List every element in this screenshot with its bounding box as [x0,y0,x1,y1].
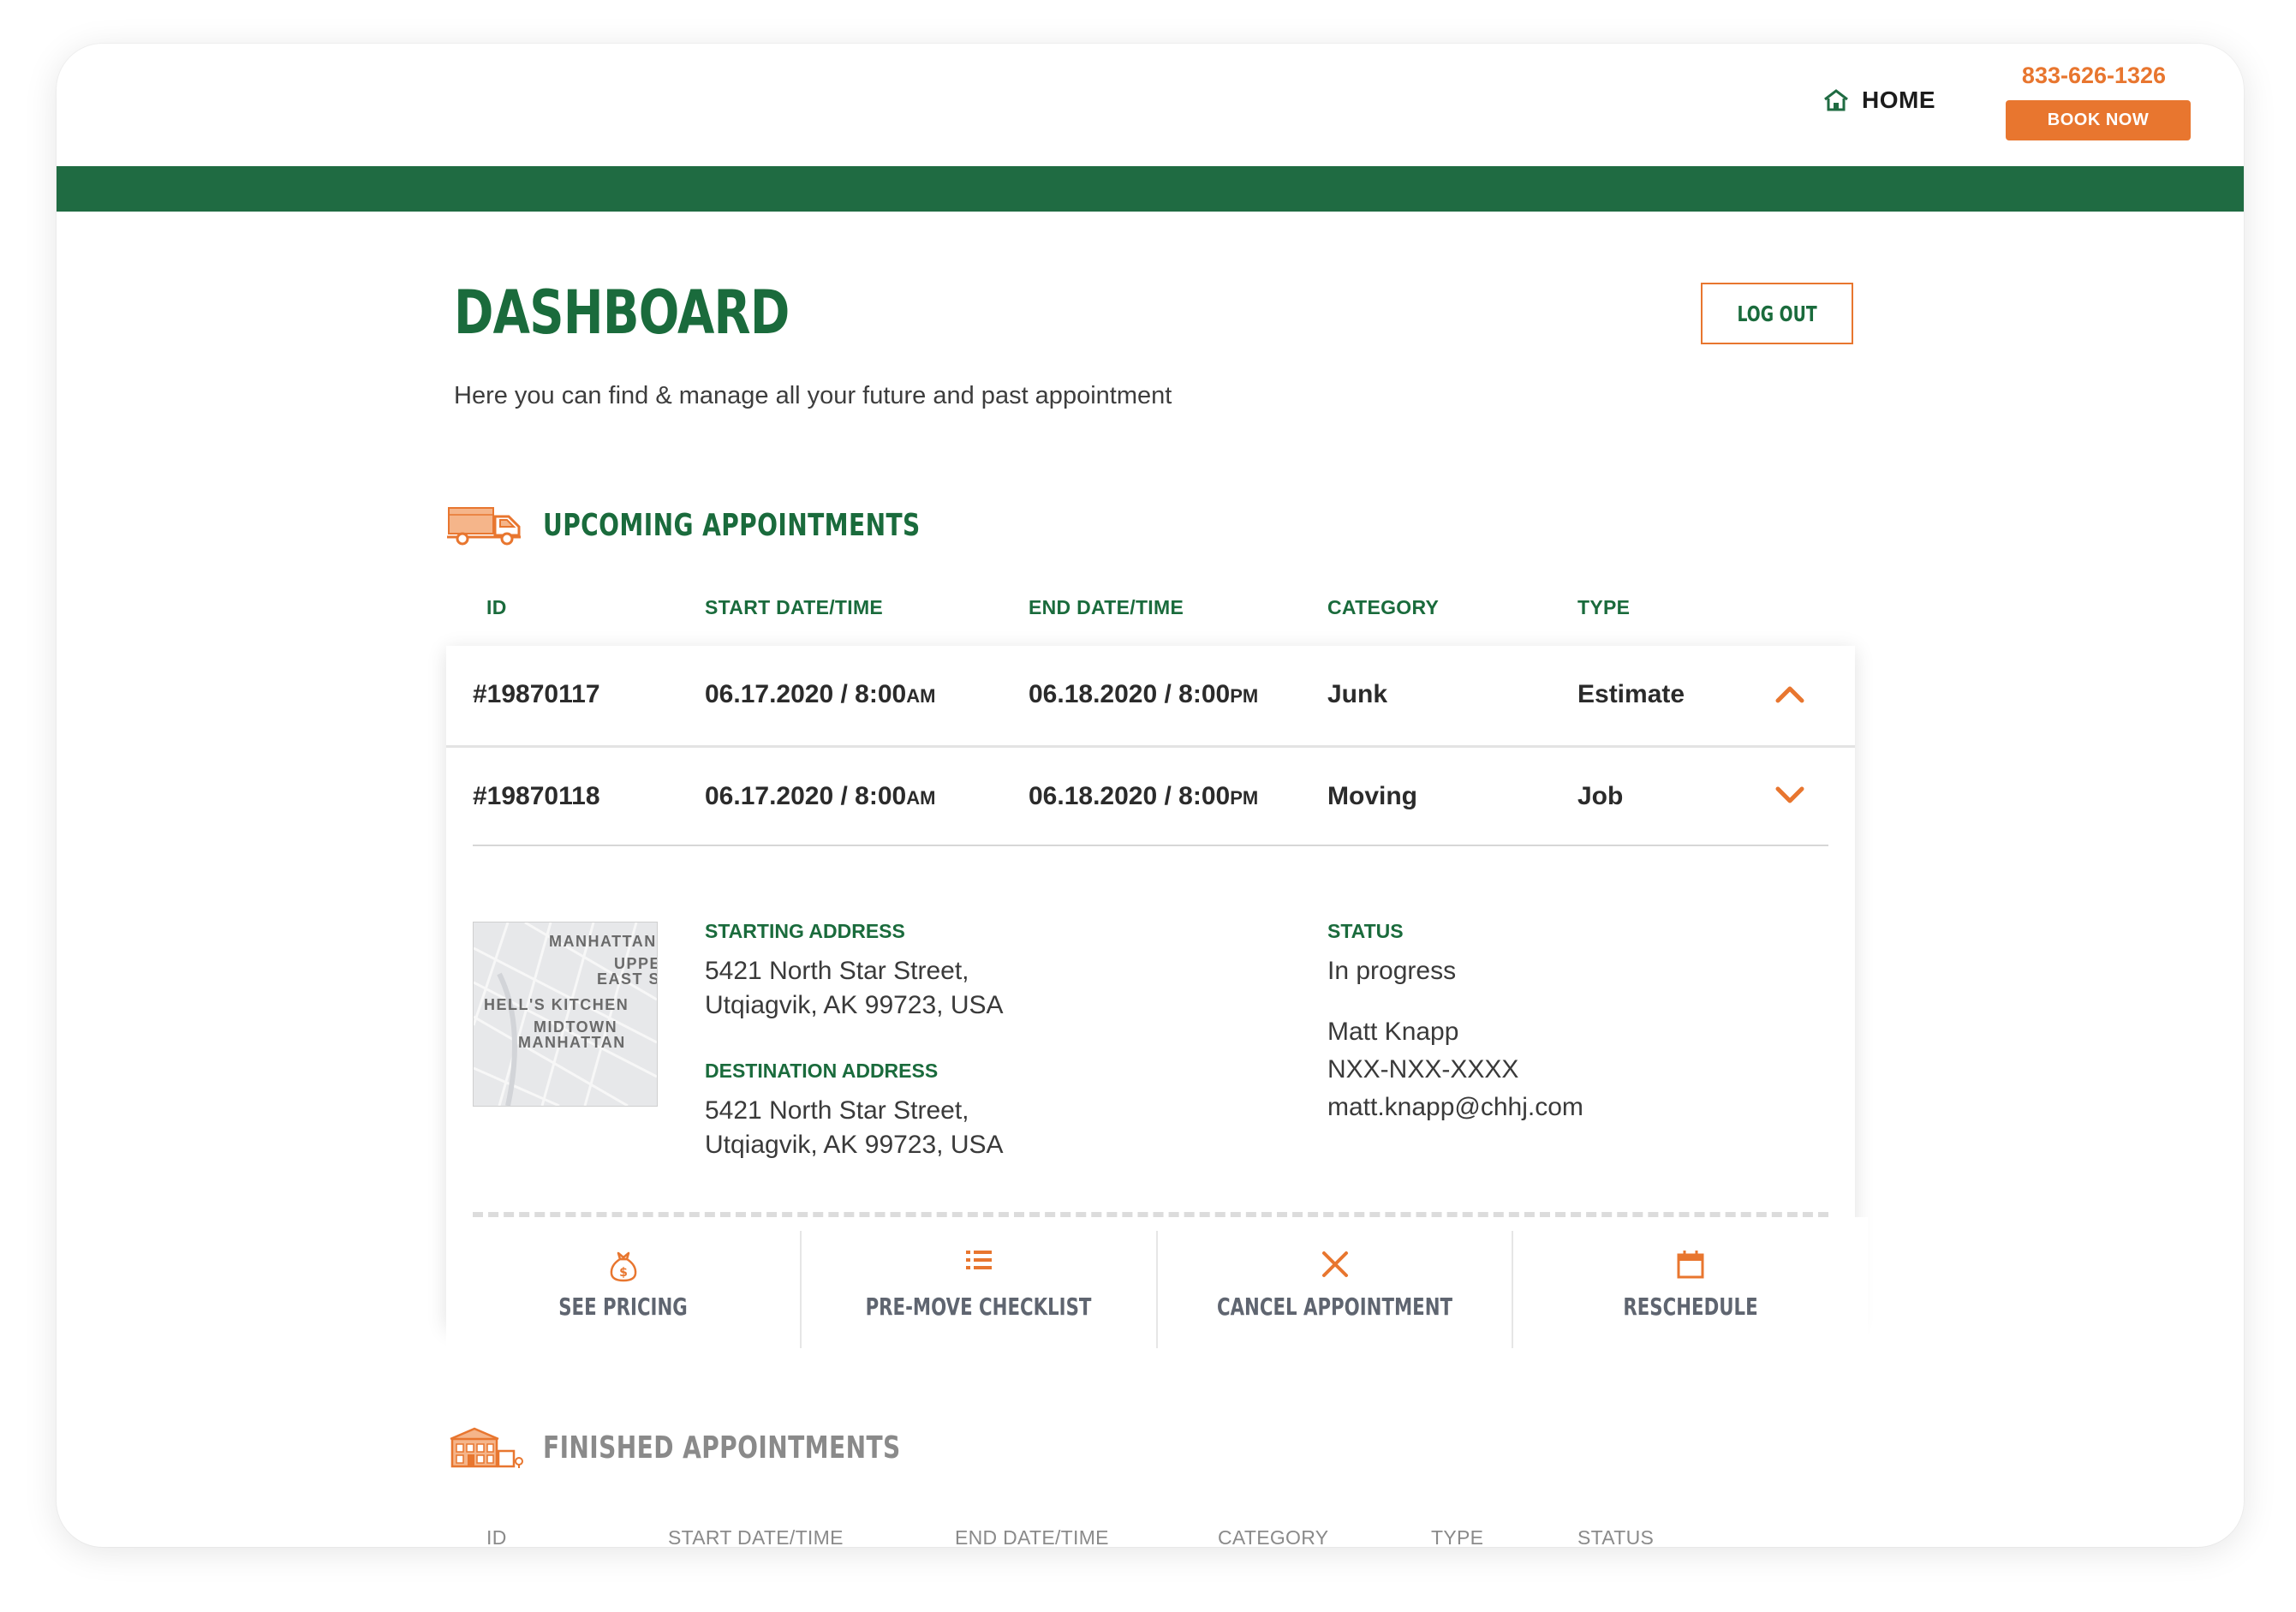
col-id: ID [486,596,507,618]
logout-label: LOG OUT [1737,301,1817,326]
page-subtitle: Here you can find & manage all your futu… [454,382,1172,409]
svg-text:$: $ [619,1266,628,1280]
contact-email[interactable]: matt.knapp@chhj.com [1327,1090,1583,1125]
col-type: TYPE [1577,596,1631,618]
logout-button[interactable]: LOG OUT [1701,283,1853,344]
chevron-up-icon[interactable] [1774,680,1805,706]
book-now-button[interactable]: BOOK NOW [2006,100,2191,140]
finished-section-header: FINISHED APPOINTMENTS [447,1425,1001,1470]
cancel-appointment-label: CANCEL APPOINTMENT [1216,1293,1453,1321]
finished-col-type: TYPE [1431,1526,1484,1547]
pre-move-checklist-button[interactable]: PRE-MOVE CHECKLIST [802,1217,1155,1348]
row-end: 06.18.2020 / 8:00PM [1029,782,1259,810]
reschedule-label: RESCHEDULE [1623,1293,1758,1321]
col-end: END DATE/TIME [1029,596,1184,618]
starting-address-line2: Utqiagvik, AK 99723, USA [705,991,1004,1019]
row-start: 06.17.2020 / 8:00AM [705,680,936,708]
upcoming-title: UPCOMING APPOINTMENTS [543,507,921,543]
destination-address-line2: Utqiagvik, AK 99723, USA [705,1131,1004,1159]
see-pricing-label: SEE PRICING [558,1293,688,1321]
map-label: HELL'S KITCHEN [484,996,629,1013]
row-category: Moving [1327,782,1417,810]
page-title: DASHBOARD [454,278,790,348]
table-row[interactable]: #19870117 06.17.2020 / 8:00AM 06.18.2020… [446,646,1855,743]
detail-divider [473,845,1828,846]
map-label: MANHATTAN [518,1034,626,1051]
row-id: #19870118 [473,782,600,810]
app-window: HOME 833-626-1326 BOOK NOW DASHBOARD Her… [57,44,2244,1547]
col-start: START DATE/TIME [705,596,884,618]
status-value: In progress [1327,957,1457,985]
pre-move-checklist-label: PRE-MOVE CHECKLIST [865,1293,1092,1321]
action-bar: $ SEE PRICING PRE-MOVE CHECKLIST CANCEL … [446,1217,1868,1348]
finished-col-category: CATEGORY [1218,1526,1329,1547]
col-category: CATEGORY [1327,596,1440,618]
row-type: Estimate [1577,680,1685,708]
see-pricing-button[interactable]: $ SEE PRICING [446,1217,800,1348]
finished-col-start: START DATE/TIME [668,1526,844,1547]
cancel-appointment-button[interactable]: CANCEL APPOINTMENT [1158,1217,1512,1348]
map-label: EAST S [597,970,658,988]
home-label: HOME [1862,87,1935,113]
reschedule-button[interactable]: RESCHEDULE [1513,1217,1868,1348]
upcoming-section-header: UPCOMING APPOINTMENTS [447,504,1027,546]
map-thumbnail[interactable]: MANHATTAN UPPER EAST S HELL'S KITCHEN MI… [473,922,658,1107]
truck-icon [447,507,521,546]
chevron-down-icon[interactable] [1774,782,1805,808]
calendar-icon [1677,1251,1704,1279]
status-label: STATUS [1327,920,1404,942]
green-banner [57,166,2244,212]
destination-address-line1: 5421 North Star Street, [705,1096,969,1125]
top-nav: HOME 833-626-1326 BOOK NOW [57,44,2244,165]
contact-name: Matt Knapp [1327,1018,1459,1046]
finished-col-end: END DATE/TIME [955,1526,1109,1547]
contact-phone: NXX-NXX-XXXX [1327,1055,1519,1084]
row-id: #19870117 [473,680,600,708]
row-end: 06.18.2020 / 8:00PM [1029,680,1259,708]
row-type: Job [1577,782,1624,810]
map-label: MANHATTAN [549,933,657,950]
table-row[interactable]: #19870118 06.17.2020 / 8:00AM 06.18.2020… [446,748,1855,845]
destination-address-label: DESTINATION ADDRESS [705,1060,939,1082]
row-category: Junk [1327,680,1388,708]
starting-address-label: STARTING ADDRESS [705,920,905,942]
appointments-card: #19870117 06.17.2020 / 8:00AM 06.18.2020… [446,646,1868,1348]
home-link[interactable]: HOME [1822,87,1935,114]
phone-number[interactable]: 833-626-1326 [2006,63,2182,89]
money-bag-icon: $ [610,1251,636,1282]
row-start: 06.17.2020 / 8:00AM [705,782,936,810]
home-icon [1824,89,1848,111]
finished-col-status: STATUS [1577,1526,1655,1547]
storefront-icon [450,1427,523,1468]
finished-title: FINISHED APPOINTMENTS [543,1430,901,1466]
starting-address-line1: 5421 North Star Street, [705,957,969,985]
close-icon [1321,1251,1348,1277]
finished-col-id: ID [486,1526,507,1547]
checklist-icon [965,1251,992,1269]
